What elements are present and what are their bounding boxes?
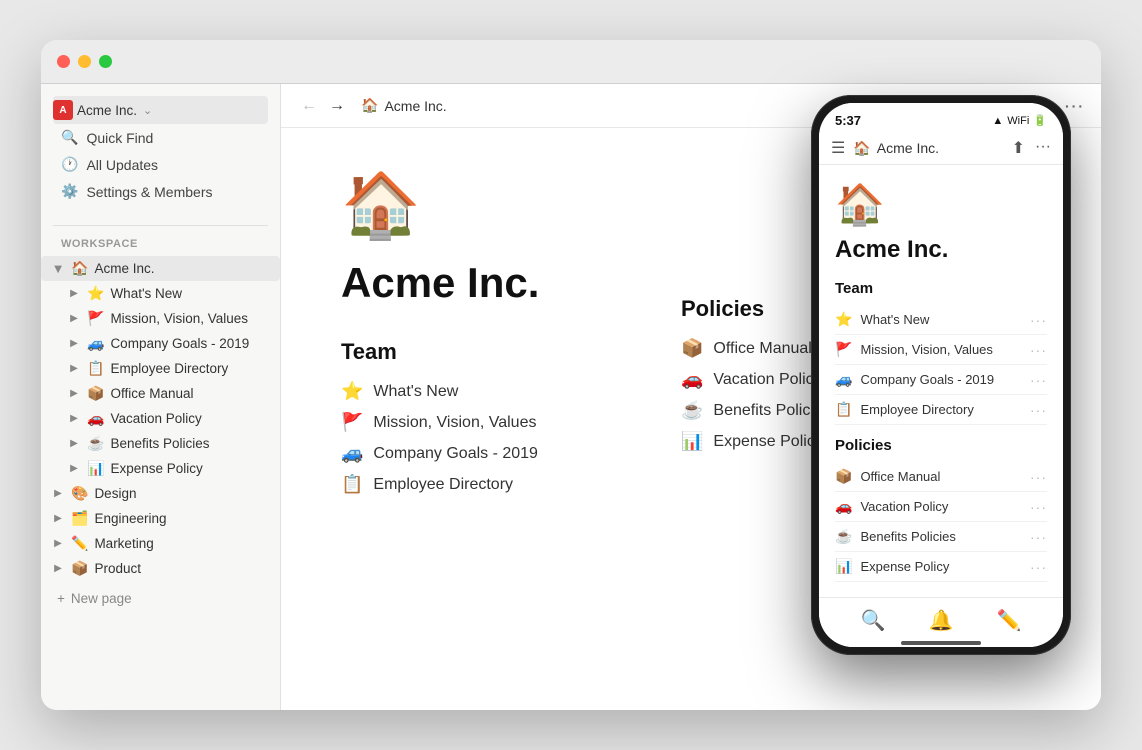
team-list-item[interactable]: ⭐What's New bbox=[341, 381, 621, 402]
tree-toggle-icon: ▶ bbox=[65, 313, 83, 324]
workspace-name-label: Acme Inc. bbox=[77, 103, 137, 118]
sidebar-top: A Acme Inc. ⌄ 🔍 Quick Find 🕐 All Updates… bbox=[41, 96, 280, 217]
content-toolbar: ← → 🏠 Acme Inc. Share ✓ Updates Favorite… bbox=[281, 84, 1101, 128]
traffic-lights bbox=[57, 55, 112, 68]
sidebar-tree: ▶ ⭐ What's New ▶ 🚩 Mission, Vision, Valu… bbox=[41, 281, 280, 581]
sidebar-item[interactable]: ▶ 📦 Office Manual bbox=[41, 381, 280, 406]
nav-buttons: ← → bbox=[297, 95, 349, 117]
chevron-down-icon: ⌄ bbox=[143, 104, 152, 117]
quick-find-label: Quick Find bbox=[86, 130, 153, 146]
page-icon: 🏠 bbox=[341, 168, 621, 243]
quick-find-item[interactable]: 🔍 Quick Find bbox=[53, 124, 268, 151]
sidebar-item-acme-root[interactable]: ▶ 🏠 Acme Inc. bbox=[41, 256, 280, 281]
sidebar-item[interactable]: ▶ 🎨 Design bbox=[41, 481, 280, 506]
tree-toggle-icon: ▶ bbox=[65, 363, 83, 374]
breadcrumb-title: Acme Inc. bbox=[384, 98, 446, 114]
sidebar-item[interactable]: ▶ 🚩 Mission, Vision, Values bbox=[41, 306, 280, 331]
sidebar-item[interactable]: ▶ 🚙 Company Goals - 2019 bbox=[41, 331, 280, 356]
all-updates-label: All Updates bbox=[86, 157, 158, 173]
close-button[interactable] bbox=[57, 55, 70, 68]
sidebar-item[interactable]: ▶ 🚗 Vacation Policy bbox=[41, 406, 280, 431]
sidebar-item[interactable]: ▶ ☕ Benefits Policies bbox=[41, 431, 280, 456]
workspace-name[interactable]: A Acme Inc. ⌄ bbox=[53, 96, 268, 124]
settings-item[interactable]: ⚙️ Settings & Members bbox=[53, 178, 268, 205]
favorite-button[interactable]: Favorite bbox=[998, 98, 1049, 114]
workspace-logo: A bbox=[53, 100, 73, 120]
tree-toggle-icon: ▶ bbox=[65, 438, 83, 449]
gear-icon: ⚙️ bbox=[61, 183, 78, 200]
workspace-section-label: WORKSPACE bbox=[41, 234, 280, 256]
sidebar-item[interactable]: ▶ ✏️ Marketing bbox=[41, 531, 280, 556]
policies-list-item[interactable]: 🚗Vacation Policy bbox=[681, 369, 881, 390]
updates-button[interactable]: ✓ Updates bbox=[915, 98, 982, 114]
page-title: Acme Inc. bbox=[341, 259, 621, 307]
sidebar-item[interactable]: ▶ 🗂️ Engineering bbox=[41, 506, 280, 531]
team-list-item[interactable]: 🚩Mission, Vision, Values bbox=[341, 412, 621, 433]
page-body: 🏠 Acme Inc. Team ⭐What's New 🚩Mission, Vi… bbox=[281, 128, 1101, 710]
policies-list-item[interactable]: 📦Office Manual bbox=[681, 338, 881, 359]
new-page-button[interactable]: + New page bbox=[41, 585, 280, 612]
sidebar-divider bbox=[53, 225, 268, 226]
tree-toggle-icon: ▶ bbox=[49, 538, 67, 549]
page-left-column: 🏠 Acme Inc. Team ⭐What's New 🚩Mission, Vi… bbox=[341, 168, 621, 670]
sidebar: A Acme Inc. ⌄ 🔍 Quick Find 🕐 All Updates… bbox=[41, 84, 281, 710]
breadcrumb-icon: 🏠 bbox=[361, 97, 378, 114]
main-content: ← → 🏠 Acme Inc. Share ✓ Updates Favorite… bbox=[281, 84, 1101, 710]
clock-icon: 🕐 bbox=[61, 156, 78, 173]
tree-toggle-icon: ▶ bbox=[65, 463, 83, 474]
minimize-button[interactable] bbox=[78, 55, 91, 68]
tree-toggle-icon: ▶ bbox=[49, 513, 67, 524]
plus-icon: + bbox=[57, 591, 65, 606]
sidebar-item[interactable]: ▶ 📦 Product bbox=[41, 556, 280, 581]
policies-list: 📦Office Manual 🚗Vacation Policy ☕Benefits … bbox=[681, 338, 881, 452]
policies-list-item[interactable]: 📊Expense Policy bbox=[681, 431, 881, 452]
all-updates-item[interactable]: 🕐 All Updates bbox=[53, 151, 268, 178]
forward-button[interactable]: → bbox=[325, 95, 349, 117]
app-body: A Acme Inc. ⌄ 🔍 Quick Find 🕐 All Updates… bbox=[41, 84, 1101, 710]
sidebar-item[interactable]: ▶ 📊 Expense Policy bbox=[41, 456, 280, 481]
toolbar-right: Share ✓ Updates Favorite ··· bbox=[862, 98, 1085, 114]
tree-toggle-icon: ▶ bbox=[49, 488, 67, 499]
tree-toggle-icon: ▶ bbox=[65, 338, 83, 349]
sidebar-item[interactable]: ▶ ⭐ What's New bbox=[41, 281, 280, 306]
settings-label: Settings & Members bbox=[86, 184, 212, 200]
team-list: ⭐What's New 🚩Mission, Vision, Values 🚙Comp… bbox=[341, 381, 621, 495]
check-icon: ✓ bbox=[915, 98, 926, 114]
policies-list-item[interactable]: ☕Benefits Policies bbox=[681, 400, 881, 421]
search-icon: 🔍 bbox=[61, 129, 78, 146]
app-window: A Acme Inc. ⌄ 🔍 Quick Find 🕐 All Updates… bbox=[41, 40, 1101, 710]
breadcrumb: 🏠 Acme Inc. bbox=[361, 97, 447, 114]
maximize-button[interactable] bbox=[99, 55, 112, 68]
team-list-item[interactable]: 🚙Company Goals - 2019 bbox=[341, 443, 621, 464]
new-page-label: New page bbox=[71, 591, 132, 606]
title-bar bbox=[41, 40, 1101, 84]
tree-toggle-icon: ▶ bbox=[65, 388, 83, 399]
share-button[interactable]: Share bbox=[862, 98, 899, 114]
tree-toggle-icon: ▶ bbox=[53, 261, 64, 279]
team-section-title: Team bbox=[341, 339, 621, 365]
acme-root-label: 🏠 Acme Inc. bbox=[71, 260, 154, 277]
tree-toggle-icon: ▶ bbox=[65, 288, 83, 299]
more-button[interactable]: ··· bbox=[1065, 98, 1085, 114]
back-button[interactable]: ← bbox=[297, 95, 321, 117]
tree-toggle-icon: ▶ bbox=[65, 413, 83, 424]
policies-section-title: Policies bbox=[681, 296, 881, 322]
sidebar-item[interactable]: ▶ 📋 Employee Directory bbox=[41, 356, 280, 381]
page-right-column: Policies 📦Office Manual 🚗Vacation Policy ☕… bbox=[681, 168, 881, 670]
team-list-item[interactable]: 📋Employee Directory bbox=[341, 474, 621, 495]
tree-toggle-icon: ▶ bbox=[49, 563, 67, 574]
